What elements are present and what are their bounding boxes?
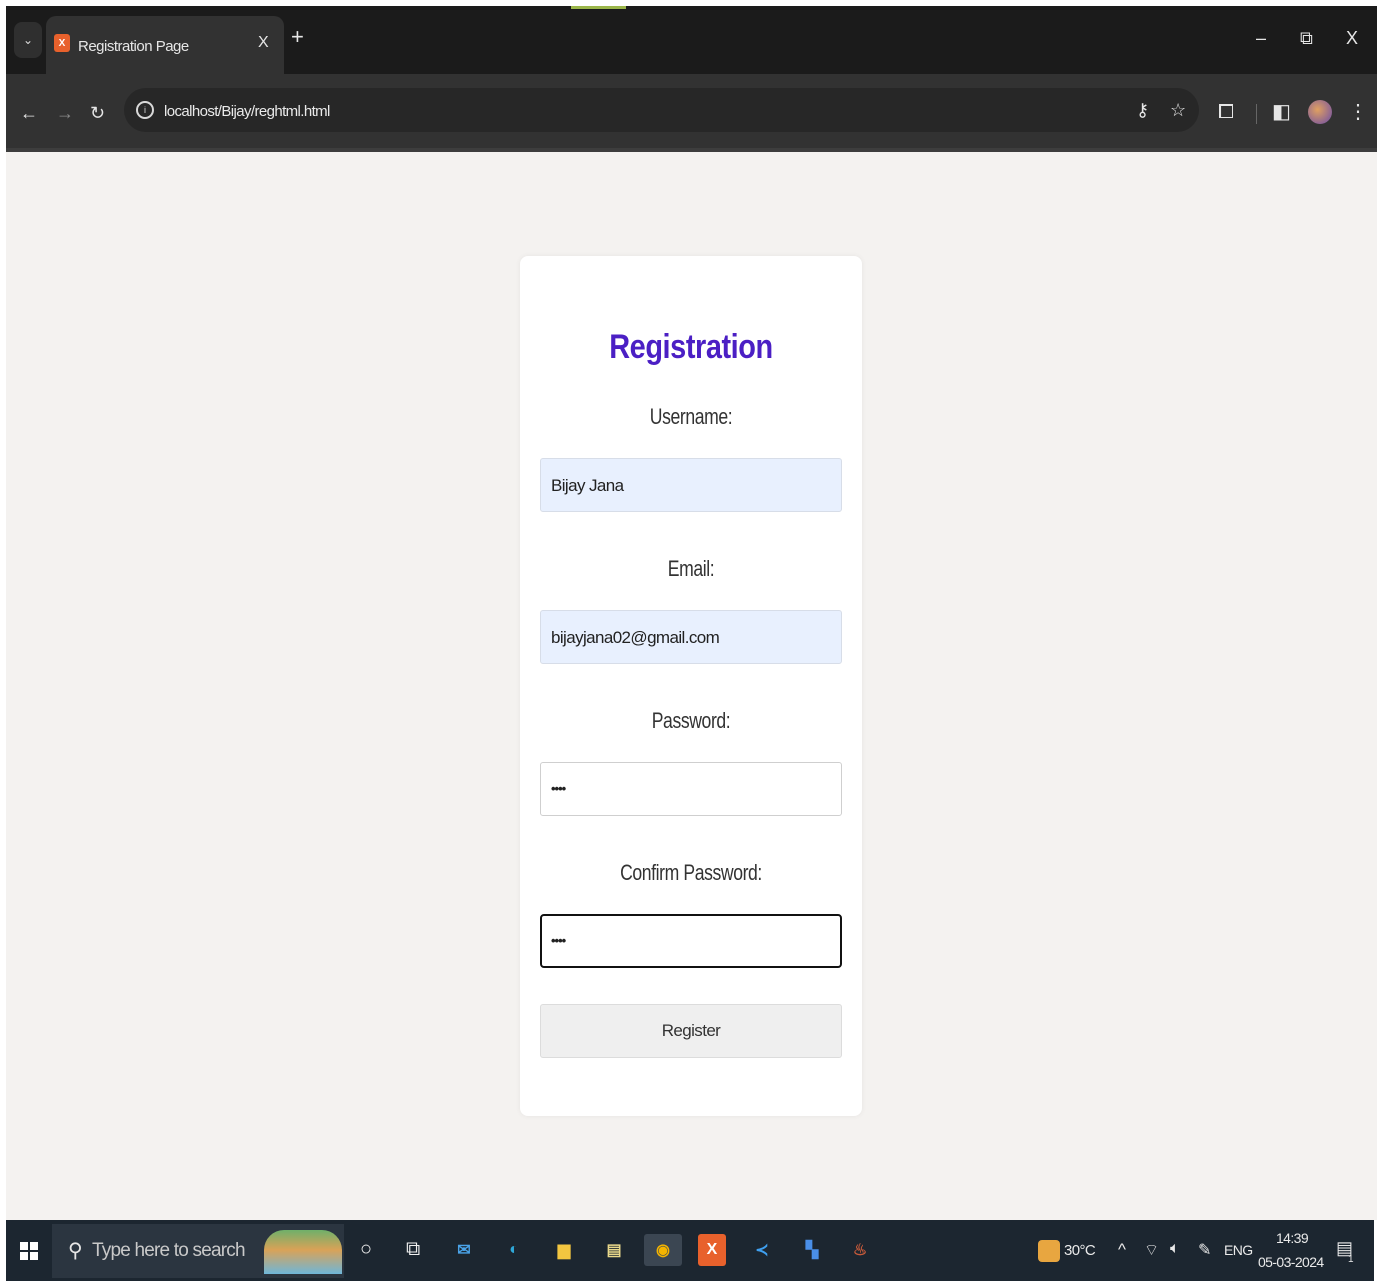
tab-strip-accent: [571, 6, 626, 9]
pen-icon[interactable]: ✎: [1198, 1240, 1211, 1260]
restore-button[interactable]: ⧉: [1300, 28, 1313, 49]
cortana-icon[interactable]: ○: [360, 1238, 372, 1261]
network-icon[interactable]: ⌔: [1144, 1240, 1159, 1260]
tab-registration-page[interactable]: X Registration Page X: [46, 16, 284, 74]
clock-date[interactable]: 05-03-2024: [1258, 1254, 1324, 1270]
username-field[interactable]: Bijay Jana: [540, 458, 842, 512]
chrome-browser-icon[interactable]: ◉: [644, 1234, 682, 1266]
toolbar-divider: [1256, 104, 1257, 124]
search-placeholder: Type here to search: [92, 1240, 246, 1261]
file-explorer-icon[interactable]: ▆: [550, 1234, 578, 1266]
edge-browser-icon[interactable]: ◐: [500, 1234, 528, 1266]
java-icon[interactable]: ♨: [846, 1234, 874, 1266]
url-text[interactable]: localhost/Bijay/reghtml.html: [164, 103, 330, 120]
confirm-password-label: Confirm Password:: [620, 860, 762, 885]
clock-time[interactable]: 14:39: [1276, 1230, 1309, 1246]
email-label: Email:: [667, 556, 715, 581]
tab-close-icon[interactable]: X: [258, 34, 269, 52]
tab-search-dropdown-icon[interactable]: ⌄: [14, 22, 42, 58]
back-arrow-icon[interactable]: ←: [20, 104, 38, 122]
tab-strip: ⌄ X Registration Page X + – ⧉ X: [6, 6, 1377, 74]
menu-kebab-icon[interactable]: ⋮: [1348, 102, 1368, 122]
temperature-text[interactable]: 30°C: [1064, 1242, 1096, 1259]
register-button[interactable]: Register: [540, 1004, 842, 1058]
page-viewport: Registration Username: Bijay Jana Email:…: [6, 152, 1377, 1220]
password-field[interactable]: ••••: [540, 762, 842, 816]
search-highlight-image: [264, 1230, 342, 1274]
volume-icon[interactable]: 🔈︎: [1170, 1240, 1180, 1258]
username-value: Bijay Jana: [551, 476, 624, 495]
browser-toolbar: ← → ↻ i localhost/Bijay/reghtml.html ⚷ ☆…: [6, 74, 1377, 152]
language-indicator[interactable]: ENG: [1224, 1242, 1253, 1258]
search-icon: ⚲: [68, 1240, 83, 1262]
notification-count: 1: [1348, 1254, 1354, 1265]
new-tab-button[interactable]: +: [291, 26, 304, 48]
windows-start-icon[interactable]: [20, 1242, 38, 1260]
vscode-icon[interactable]: ≺: [748, 1234, 776, 1266]
side-panel-icon[interactable]: ◧: [1272, 102, 1291, 122]
site-info-icon[interactable]: i: [136, 101, 154, 119]
password-label: Password:: [651, 708, 731, 733]
confirm-password-field[interactable]: ••••: [540, 914, 842, 968]
mail-icon[interactable]: ✉: [450, 1234, 478, 1266]
extensions-icon[interactable]: ⧠: [1218, 102, 1234, 122]
profile-avatar[interactable]: [1308, 100, 1332, 124]
tab-title: Registration Page: [78, 38, 189, 55]
email-field[interactable]: bijayjana02@gmail.com: [540, 610, 842, 664]
password-key-icon[interactable]: ⚷: [1136, 100, 1149, 121]
page-title: Registration: [609, 328, 773, 366]
address-bar[interactable]: i localhost/Bijay/reghtml.html ⚷ ☆: [124, 88, 1199, 132]
username-label: Username:: [649, 404, 733, 429]
windows-taskbar: ⚲ Type here to search ○ ⧉ ✉ ◐ ▆ ▤ ◉ X ≺ …: [6, 1220, 1374, 1281]
reload-icon[interactable]: ↻: [90, 104, 105, 122]
minimize-button[interactable]: –: [1256, 28, 1266, 49]
confirm-password-masked-value: ••••: [551, 933, 566, 948]
bookmark-star-icon[interactable]: ☆: [1170, 100, 1186, 121]
notepad-icon[interactable]: ▤: [600, 1234, 628, 1266]
browser-chrome: ⌄ X Registration Page X + – ⧉ X ← → ↻ i …: [6, 6, 1377, 152]
email-value: bijayjana02@gmail.com: [551, 628, 720, 647]
photos-icon[interactable]: ▚: [798, 1234, 826, 1266]
password-masked-value: ••••: [551, 781, 566, 796]
show-hidden-icons-icon[interactable]: ^: [1118, 1240, 1126, 1260]
forward-arrow-icon[interactable]: →: [56, 104, 74, 122]
task-view-icon[interactable]: ⧉: [406, 1238, 420, 1261]
xampp-icon[interactable]: X: [698, 1234, 726, 1266]
xampp-favicon-icon: X: [54, 34, 70, 52]
weather-icon[interactable]: [1038, 1240, 1060, 1262]
registration-card: Registration Username: Bijay Jana Email:…: [520, 256, 862, 1116]
close-window-button[interactable]: X: [1346, 28, 1358, 49]
taskbar-search-box[interactable]: ⚲ Type here to search: [52, 1224, 344, 1278]
